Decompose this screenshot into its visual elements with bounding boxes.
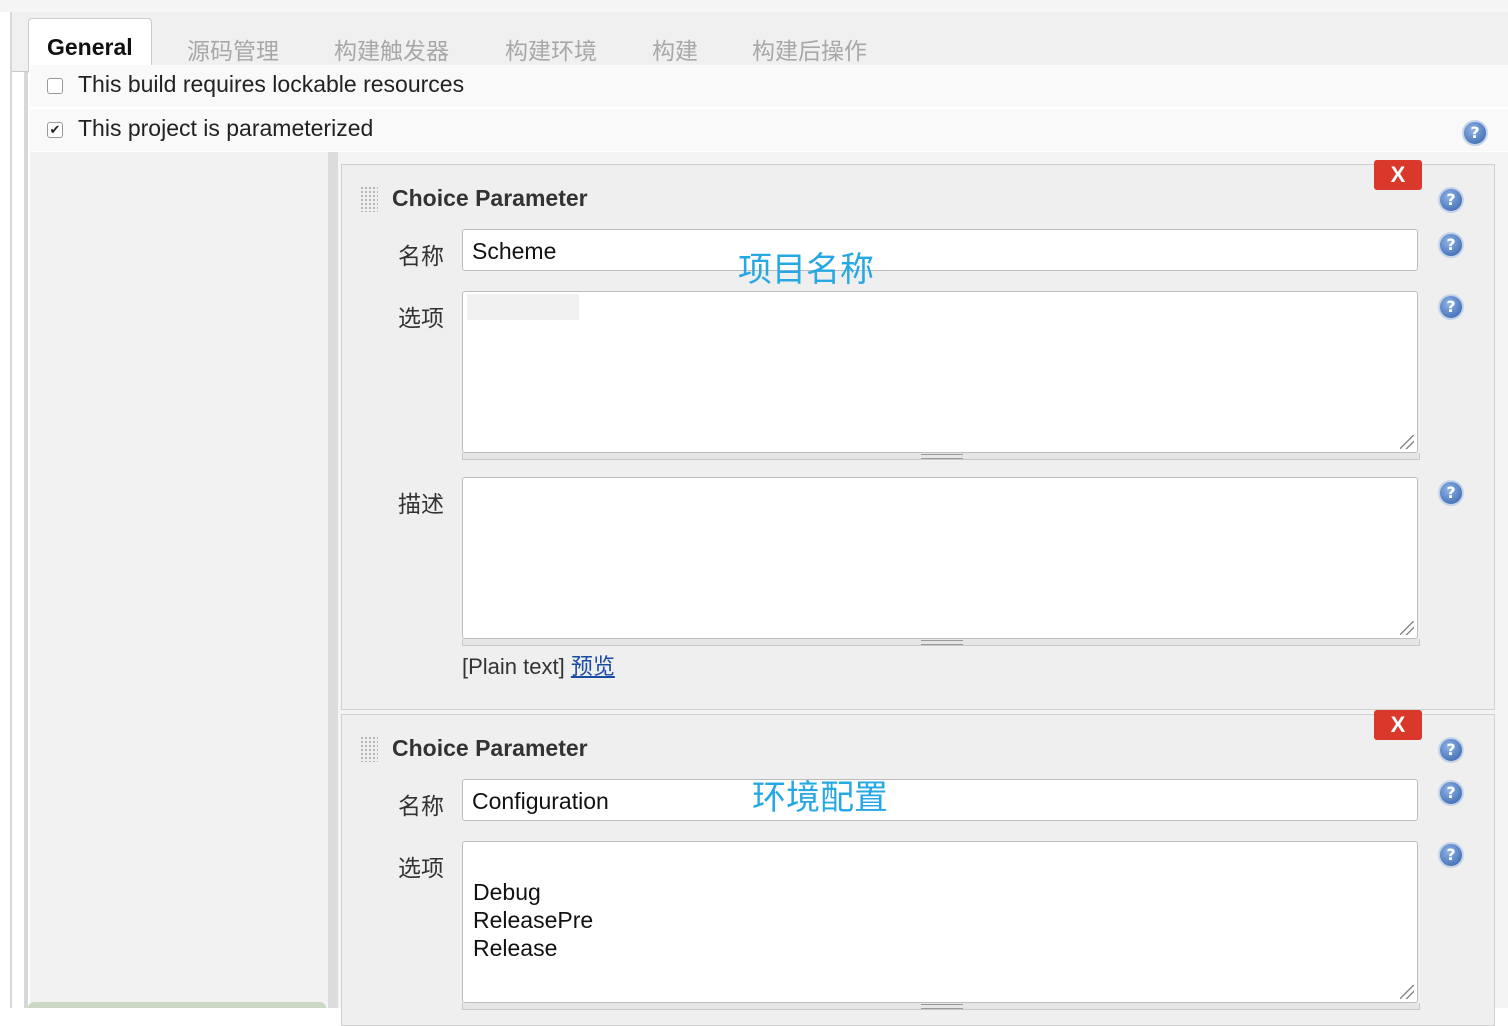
resize-grip-icon[interactable] [1400, 985, 1414, 999]
choice-parameter-block: Choice Parameter X ? 名称 Configuration ? … [341, 710, 1495, 1026]
delete-parameter-button[interactable]: X [1374, 160, 1422, 190]
tab-build-environment[interactable]: 构建环境 [505, 32, 597, 66]
name-input[interactable]: Scheme [462, 229, 1418, 271]
drag-handle-icon[interactable] [360, 736, 378, 762]
resize-grip-icon[interactable] [1400, 621, 1414, 635]
tab-build[interactable]: 构建 [652, 32, 698, 66]
config-tab-bar: General 源码管理 构建触发器 构建环境 构建 构建后操作 [12, 12, 1508, 73]
choices-textarea[interactable] [462, 291, 1418, 453]
help-icon[interactable]: ? [1438, 842, 1464, 868]
bottom-bar [28, 1002, 326, 1008]
choices-label: 选项 [398, 855, 444, 881]
option-parameterized: ✔ This project is parameterized ? [30, 109, 1508, 151]
help-icon[interactable]: ? [1438, 232, 1464, 258]
left-border [10, 12, 12, 1008]
top-strip [0, 0, 1508, 12]
help-icon[interactable]: ? [1438, 780, 1464, 806]
annotation-environment-config: 环境配置 [752, 779, 888, 817]
help-icon[interactable]: ? [1462, 120, 1488, 146]
section-guide-line [24, 72, 28, 1008]
format-label: [Plain text] [462, 654, 565, 679]
resize-grip-icon[interactable] [1400, 435, 1414, 449]
markup-format-hint: [Plain text] 预览 [462, 649, 615, 681]
tab-post-build-actions[interactable]: 构建后操作 [752, 32, 867, 66]
parameter-title: Choice Parameter [392, 185, 588, 211]
textarea-resize-bar[interactable] [462, 1003, 1420, 1010]
parameterized-checkbox[interactable]: ✔ [47, 122, 63, 138]
choices-textarea[interactable]: Debug ReleasePre Release [462, 841, 1418, 1003]
lockable-resources-checkbox[interactable] [47, 78, 63, 94]
name-label: 名称 [398, 243, 444, 269]
tab-source-control[interactable]: 源码管理 [187, 32, 279, 66]
option-lockable-resources: This build requires lockable resources [30, 65, 1508, 107]
parameter-section-divider [328, 152, 338, 1008]
help-icon[interactable]: ? [1438, 737, 1464, 763]
lockable-resources-label: This build requires lockable resources [78, 71, 465, 97]
help-icon[interactable]: ? [1438, 187, 1464, 213]
delete-parameter-button[interactable]: X [1374, 710, 1422, 740]
choices-label: 选项 [398, 305, 444, 331]
parameterized-label: This project is parameterized [78, 115, 374, 141]
textarea-resize-bar[interactable] [462, 639, 1420, 646]
choices-text: Debug ReleasePre Release [473, 879, 594, 961]
help-icon[interactable]: ? [1438, 480, 1464, 506]
name-input[interactable]: Configuration [462, 779, 1418, 821]
redacted-area [467, 294, 579, 320]
parameter-title: Choice Parameter [392, 735, 588, 761]
help-icon[interactable]: ? [1438, 294, 1464, 320]
name-label: 名称 [398, 793, 444, 819]
choice-parameter-block: Choice Parameter X ? 名称 Scheme ? 选项 ? 描述… [341, 160, 1495, 710]
left-indent-panel [30, 152, 328, 1008]
tab-build-triggers[interactable]: 构建触发器 [334, 32, 449, 66]
description-label: 描述 [398, 491, 444, 517]
textarea-resize-bar[interactable] [462, 453, 1420, 460]
annotation-project-name: 项目名称 [738, 251, 874, 289]
drag-handle-icon[interactable] [360, 186, 378, 212]
description-textarea[interactable] [462, 477, 1418, 639]
preview-link[interactable]: 预览 [571, 654, 615, 679]
